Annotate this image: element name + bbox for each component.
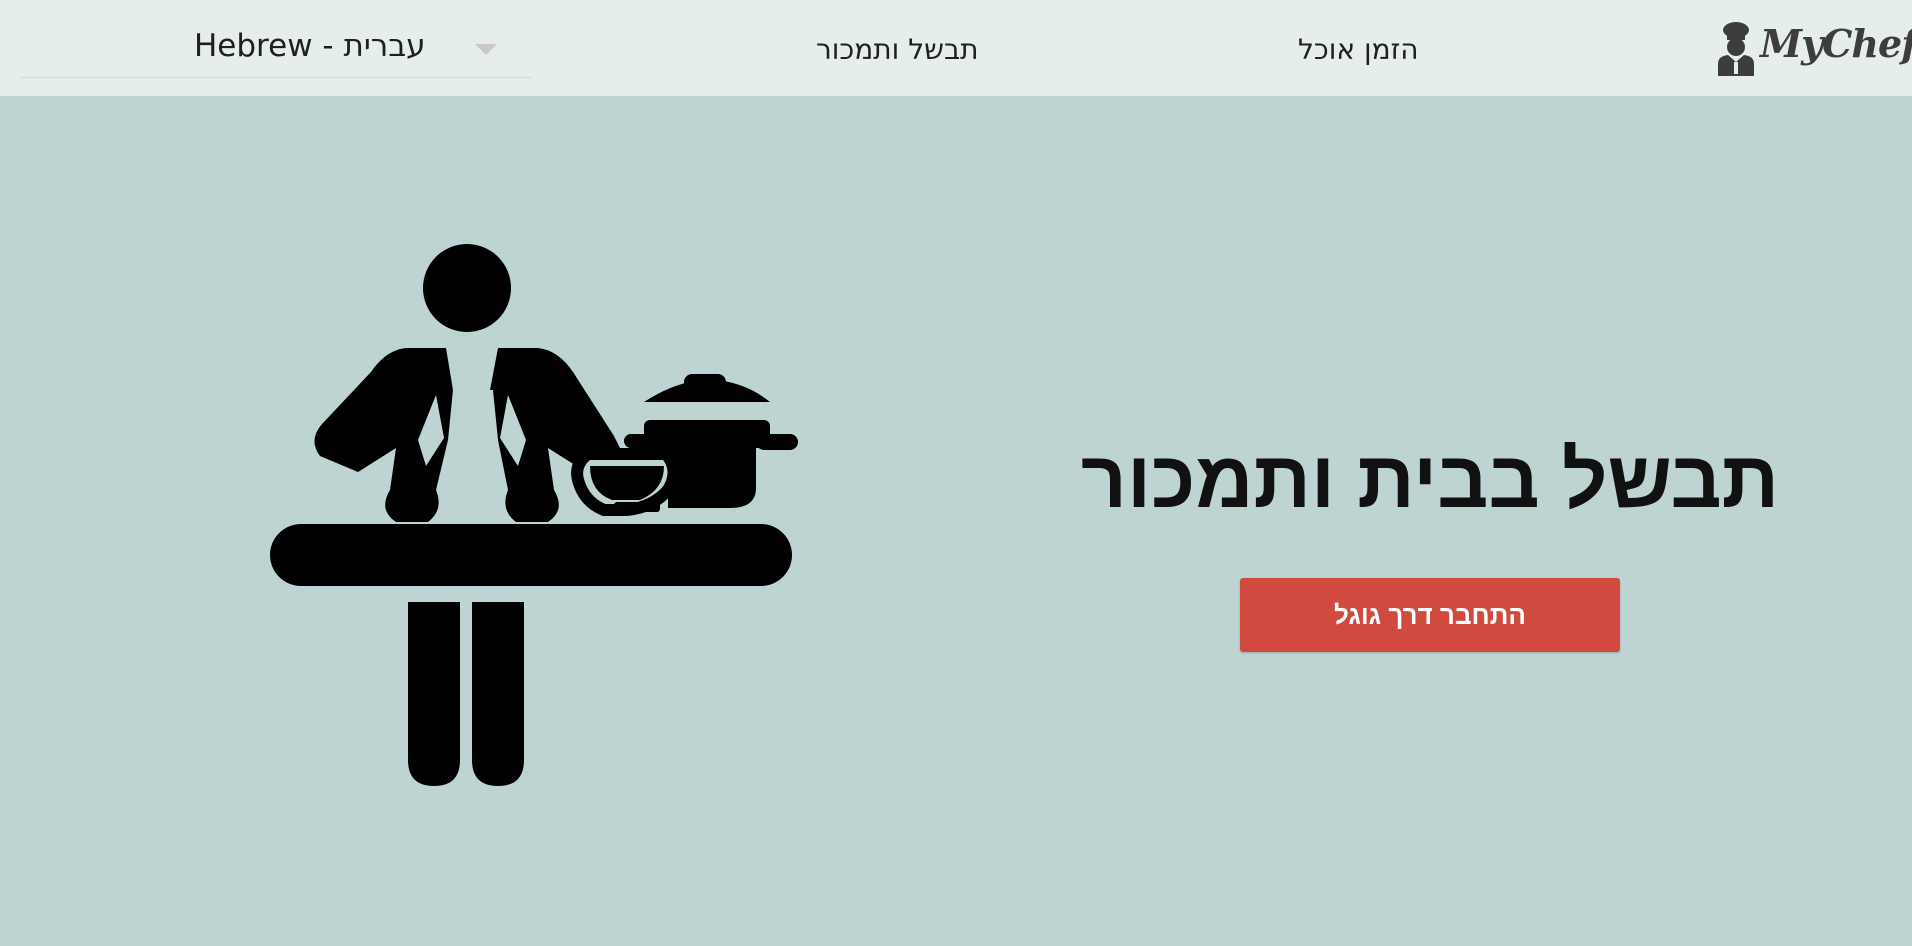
language-select-value: Hebrew - עברית bbox=[194, 28, 426, 64]
hero-title: תבשל בבית ותמכור bbox=[1080, 435, 1780, 524]
chef-icon bbox=[1718, 22, 1754, 76]
chevron-down-icon bbox=[475, 44, 497, 55]
logo-text: MyChef bbox=[1760, 21, 1912, 66]
nav-link-cook-and-sell[interactable]: תבשל ותמכור bbox=[816, 32, 979, 68]
language-select[interactable]: Hebrew - עברית bbox=[20, 0, 532, 78]
nav-link-order-food[interactable]: הזמן אוכל bbox=[1298, 32, 1419, 68]
cook-pictogram-icon bbox=[270, 244, 798, 786]
top-navbar: Hebrew - עברית תבשל ותמכור הזמן אוכל MyC… bbox=[0, 0, 1912, 96]
logo[interactable]: MyChef bbox=[1714, 16, 1912, 76]
google-login-button[interactable]: התחבר דרך גוגל bbox=[1240, 578, 1620, 652]
